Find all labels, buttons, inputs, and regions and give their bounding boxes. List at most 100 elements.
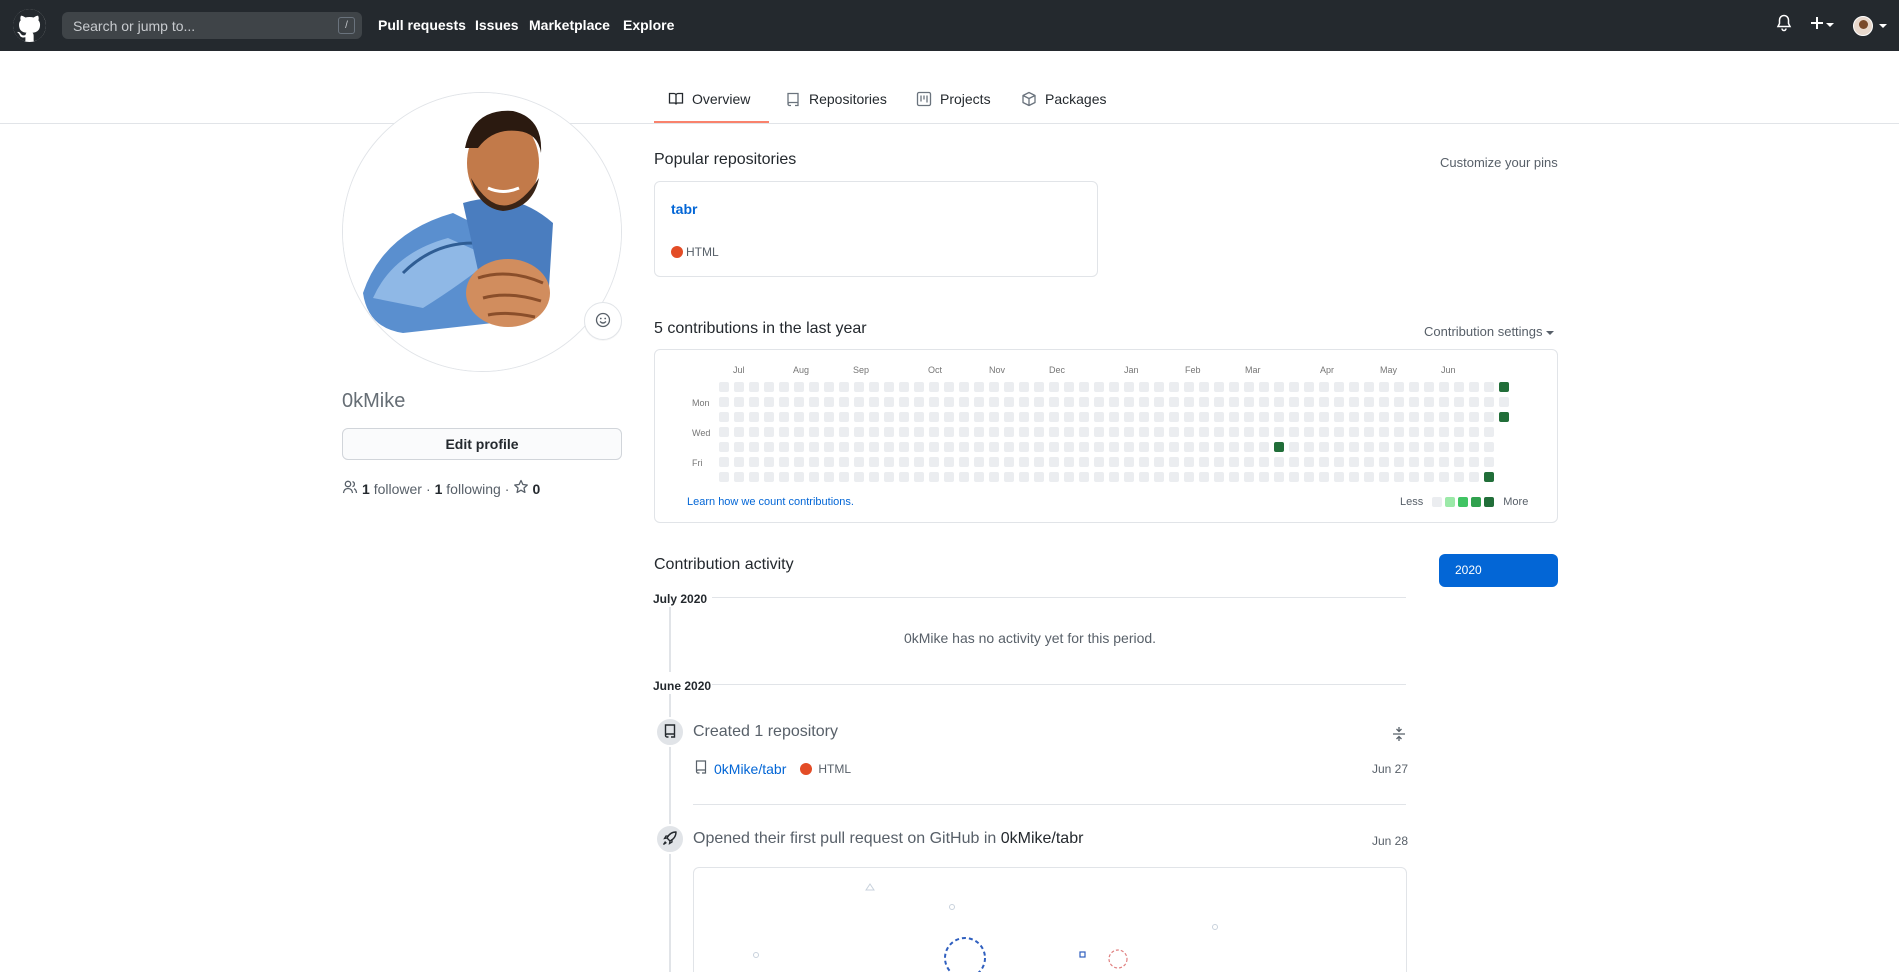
contribution-day-cell[interactable] — [1484, 412, 1494, 422]
contribution-day-cell[interactable] — [869, 427, 879, 437]
contribution-day-cell[interactable] — [1379, 427, 1389, 437]
contribution-day-cell[interactable] — [1409, 412, 1419, 422]
contribution-day-cell[interactable] — [1109, 457, 1119, 467]
contribution-day-cell[interactable] — [899, 397, 909, 407]
contribution-day-cell[interactable] — [1289, 442, 1299, 452]
contribution-day-cell[interactable] — [824, 457, 834, 467]
tab-packages[interactable]: Packages — [1021, 88, 1106, 123]
contribution-day-cell[interactable] — [989, 427, 999, 437]
contribution-day-cell[interactable] — [1394, 427, 1404, 437]
contribution-day-cell[interactable] — [1034, 442, 1044, 452]
contribution-day-cell[interactable] — [914, 442, 924, 452]
contribution-day-cell[interactable] — [1184, 397, 1194, 407]
contribution-day-cell[interactable] — [809, 427, 819, 437]
contribution-day-cell[interactable] — [944, 442, 954, 452]
contribution-day-cell[interactable] — [1004, 457, 1014, 467]
tab-projects[interactable]: Projects — [916, 88, 991, 123]
contribution-day-cell[interactable] — [944, 412, 954, 422]
contribution-day-cell[interactable] — [1154, 442, 1164, 452]
contribution-day-cell[interactable] — [1094, 427, 1104, 437]
contribution-day-cell[interactable] — [1049, 427, 1059, 437]
contribution-day-cell[interactable] — [1019, 457, 1029, 467]
contribution-day-cell[interactable] — [1289, 397, 1299, 407]
contribution-day-cell[interactable] — [1244, 382, 1254, 392]
contribution-day-cell[interactable] — [1424, 457, 1434, 467]
contribution-day-cell[interactable] — [1244, 472, 1254, 482]
contribution-day-cell[interactable] — [1289, 412, 1299, 422]
contribution-day-cell[interactable] — [779, 427, 789, 437]
contribution-day-cell[interactable] — [1379, 442, 1389, 452]
contribution-day-cell[interactable] — [929, 427, 939, 437]
contribution-day-cell[interactable] — [1214, 397, 1224, 407]
contribution-day-cell[interactable] — [1139, 397, 1149, 407]
contribution-day-cell[interactable] — [854, 412, 864, 422]
contribution-day-cell[interactable] — [1379, 397, 1389, 407]
contribution-day-cell[interactable] — [1064, 397, 1074, 407]
contribution-day-cell[interactable] — [1169, 397, 1179, 407]
contribution-day-cell[interactable] — [1439, 472, 1449, 482]
contribution-day-cell[interactable] — [839, 397, 849, 407]
contribution-day-cell[interactable] — [929, 442, 939, 452]
nav-explore[interactable]: Explore — [623, 17, 674, 33]
contribution-day-cell[interactable] — [1064, 427, 1074, 437]
contribution-day-cell[interactable] — [1349, 397, 1359, 407]
contribution-day-cell[interactable] — [1094, 472, 1104, 482]
contribution-day-cell[interactable] — [1394, 382, 1404, 392]
contribution-day-cell[interactable] — [1454, 397, 1464, 407]
contribution-day-cell[interactable] — [1094, 382, 1104, 392]
contribution-day-cell[interactable] — [809, 472, 819, 482]
contribution-day-cell[interactable] — [1304, 382, 1314, 392]
contribution-day-cell[interactable] — [944, 382, 954, 392]
contribution-day-cell[interactable] — [1229, 382, 1239, 392]
contribution-day-cell[interactable] — [974, 472, 984, 482]
contribution-day-cell[interactable] — [1034, 472, 1044, 482]
bell-icon[interactable] — [1776, 14, 1792, 36]
contribution-day-cell[interactable] — [1199, 457, 1209, 467]
contribution-day-cell[interactable] — [1019, 472, 1029, 482]
contribution-day-cell[interactable] — [1319, 442, 1329, 452]
edit-profile-button[interactable]: Edit profile — [342, 428, 622, 460]
contribution-day-cell[interactable] — [1034, 457, 1044, 467]
contribution-day-cell[interactable] — [1109, 472, 1119, 482]
contribution-day-cell[interactable] — [899, 427, 909, 437]
contribution-day-cell[interactable] — [1364, 412, 1374, 422]
contribution-day-cell[interactable] — [794, 382, 804, 392]
contribution-day-cell[interactable] — [779, 382, 789, 392]
contribution-day-cell[interactable] — [734, 457, 744, 467]
contribution-day-cell[interactable] — [1304, 442, 1314, 452]
contribution-day-cell[interactable] — [1499, 382, 1509, 392]
contribution-day-cell[interactable] — [854, 427, 864, 437]
contribution-day-cell[interactable] — [1244, 412, 1254, 422]
contribution-day-cell[interactable] — [1199, 412, 1209, 422]
contribution-day-cell[interactable] — [1154, 397, 1164, 407]
pinned-repo-name[interactable]: tabr — [671, 201, 697, 217]
contribution-day-cell[interactable] — [1049, 397, 1059, 407]
contribution-day-cell[interactable] — [1004, 412, 1014, 422]
contribution-day-cell[interactable] — [749, 442, 759, 452]
contribution-day-cell[interactable] — [854, 397, 864, 407]
contribution-day-cell[interactable] — [1169, 442, 1179, 452]
contribution-day-cell[interactable] — [1394, 397, 1404, 407]
contribution-day-cell[interactable] — [1409, 442, 1419, 452]
contribution-day-cell[interactable] — [1109, 427, 1119, 437]
contribution-day-cell[interactable] — [1109, 382, 1119, 392]
contribution-day-cell[interactable] — [1454, 427, 1464, 437]
contribution-day-cell[interactable] — [959, 412, 969, 422]
contribution-day-cell[interactable] — [809, 442, 819, 452]
contribution-day-cell[interactable] — [1409, 397, 1419, 407]
contribution-day-cell[interactable] — [1409, 427, 1419, 437]
contribution-day-cell[interactable] — [734, 412, 744, 422]
contribution-day-cell[interactable] — [869, 442, 879, 452]
contribution-day-cell[interactable] — [974, 427, 984, 437]
contribution-day-cell[interactable] — [1019, 412, 1029, 422]
contribution-day-cell[interactable] — [1214, 427, 1224, 437]
contribution-day-cell[interactable] — [1274, 412, 1284, 422]
contribution-day-cell[interactable] — [1124, 457, 1134, 467]
contribution-day-cell[interactable] — [854, 382, 864, 392]
fold-icon[interactable] — [1392, 726, 1406, 745]
contribution-day-cell[interactable] — [1484, 457, 1494, 467]
contribution-day-cell[interactable] — [1049, 442, 1059, 452]
contribution-day-cell[interactable] — [1064, 382, 1074, 392]
contribution-day-cell[interactable] — [884, 472, 894, 482]
followers-link[interactable]: 1 follower — [362, 481, 422, 497]
